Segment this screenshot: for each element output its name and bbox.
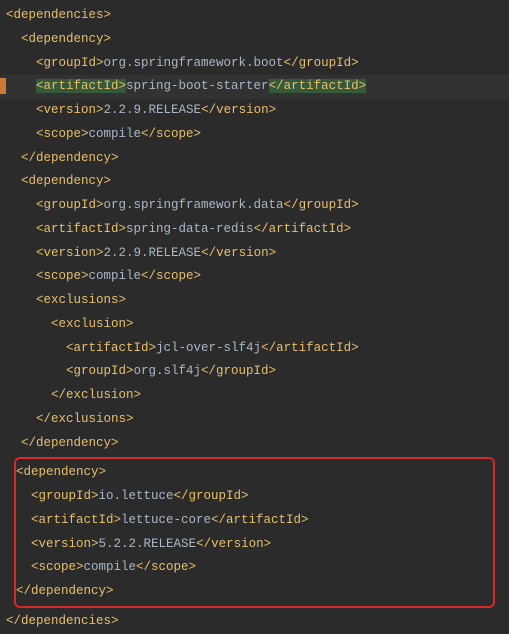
code-line[interactable]: </exclusions> bbox=[0, 408, 509, 432]
code-line[interactable]: <scope>compile</scope> bbox=[16, 556, 493, 580]
code-line[interactable]: </dependency> bbox=[16, 580, 493, 604]
code-line[interactable]: <groupId>org.springframework.data</group… bbox=[0, 194, 509, 218]
code-line[interactable]: <exclusion> bbox=[0, 313, 509, 337]
code-line[interactable]: <dependency> bbox=[16, 461, 493, 485]
code-line[interactable]: <groupId>io.lettuce</groupId> bbox=[16, 485, 493, 509]
code-line-active[interactable]: <artifactId>spring-boot-starter</artifac… bbox=[0, 75, 509, 99]
code-line[interactable]: <scope>compile</scope> bbox=[0, 265, 509, 289]
code-line[interactable]: </dependency> bbox=[0, 147, 509, 171]
code-line[interactable]: <exclusions> bbox=[0, 289, 509, 313]
code-line[interactable]: <artifactId>spring-data-redis</artifactI… bbox=[0, 218, 509, 242]
code-line[interactable]: <dependencies> bbox=[0, 4, 509, 28]
code-line[interactable]: <scope>compile</scope> bbox=[0, 123, 509, 147]
code-line[interactable]: <artifactId>jcl-over-slf4j</artifactId> bbox=[0, 337, 509, 361]
code-line[interactable]: </dependency> bbox=[0, 432, 509, 456]
code-line[interactable]: <version>2.2.9.RELEASE</version> bbox=[0, 99, 509, 123]
code-line[interactable]: <groupId>org.slf4j</groupId> bbox=[0, 360, 509, 384]
code-line[interactable]: </dependencies> bbox=[0, 610, 509, 634]
code-line[interactable]: <version>2.2.9.RELEASE</version> bbox=[0, 242, 509, 266]
gutter-warning-icon bbox=[0, 78, 6, 94]
code-line[interactable]: <groupId>org.springframework.boot</group… bbox=[0, 52, 509, 76]
code-line[interactable]: <dependency> bbox=[0, 170, 509, 194]
code-line[interactable]: </exclusion> bbox=[0, 384, 509, 408]
code-line[interactable]: <dependency> bbox=[0, 28, 509, 52]
code-line[interactable]: <version>5.2.2.RELEASE</version> bbox=[16, 533, 493, 557]
code-line[interactable]: <artifactId>lettuce-core</artifactId> bbox=[16, 509, 493, 533]
highlighted-dependency-box: <dependency> <groupId>io.lettuce</groupI… bbox=[14, 457, 495, 608]
